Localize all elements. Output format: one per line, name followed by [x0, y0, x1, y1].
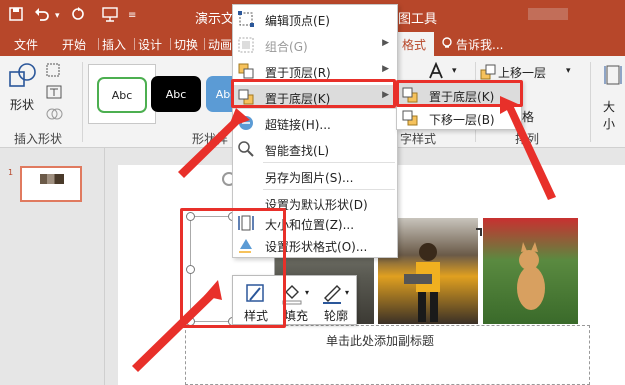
smart-lookup-icon: [238, 141, 254, 157]
customize-qat-icon[interactable]: ≡: [128, 10, 136, 21]
hyperlink-icon: [239, 116, 253, 130]
menu-item-shortcut: (G): [289, 40, 308, 54]
menu-item-shortcut: (Z)...: [325, 218, 355, 232]
menu-item-label: 组合: [265, 40, 290, 54]
thumbnail-pictures: [40, 174, 64, 184]
tell-me-icon[interactable]: [440, 36, 454, 53]
tab-design[interactable]: 设计: [133, 36, 162, 53]
shape-styles-group-label: 形状样: [192, 132, 229, 146]
bring-forward-label[interactable]: 上移一层: [498, 64, 546, 81]
menu-item-shortcut: (H)...: [301, 118, 331, 132]
shape-style-swatch-3[interactable]: Abc: [198, 64, 246, 124]
tell-me-input[interactable]: 告诉我...: [456, 36, 503, 53]
present-from-start-icon[interactable]: [102, 6, 120, 26]
menu-item-smart-lookup[interactable]: 智能查找(L): [233, 137, 397, 161]
submenu-item-send-backward[interactable]: 下移一层(B): [397, 106, 521, 130]
tab-file[interactable]: 文件: [14, 36, 38, 53]
menu-item-label: 智能查找: [265, 144, 314, 158]
group-divider: [82, 62, 83, 142]
submenu-item-shortcut: (B): [477, 113, 495, 127]
group-icon: [238, 37, 254, 53]
edit-shape-icon[interactable]: [45, 62, 65, 81]
send-backward-icon: [402, 110, 418, 126]
tab-transitions[interactable]: 切换: [169, 36, 198, 53]
edit-points-icon: [238, 11, 254, 27]
menu-item-shortcut: (E): [313, 14, 330, 28]
tab-home[interactable]: 开始: [62, 36, 86, 53]
menu-item-shortcut: (L): [313, 144, 330, 158]
align-label[interactable]: 格: [522, 108, 534, 125]
annotation-box-shape: [180, 208, 286, 328]
submenu-arrow-icon: ▶: [382, 38, 389, 48]
text-box-icon[interactable]: [45, 84, 65, 103]
undo-icon[interactable]: [34, 6, 50, 26]
undo-dropdown-icon[interactable]: ▾: [55, 11, 60, 21]
menu-item-group[interactable]: 组合(G) ▶: [233, 33, 397, 57]
insert-shapes-group-label: 插入形状: [14, 132, 63, 146]
cat-figure: [517, 242, 545, 310]
slide-photo-3[interactable]: [483, 218, 578, 324]
tab-insert[interactable]: 插入: [97, 36, 126, 53]
menu-separator: [263, 162, 395, 163]
shapes-label[interactable]: 形状: [10, 96, 34, 113]
submenu-arrow-icon: ▶: [382, 64, 389, 74]
annotation-box-submenu-item: [396, 80, 523, 107]
merge-shapes-icon[interactable]: [45, 106, 65, 125]
text-fill-dropdown-icon[interactable]: ▾: [452, 66, 457, 76]
arrange-group-label: 排列: [515, 132, 540, 146]
menu-item-edit-points[interactable]: 编辑顶点(E): [233, 7, 397, 31]
bring-to-front-icon: [238, 63, 254, 79]
account-area: [528, 8, 568, 20]
slide-thumbnail[interactable]: [20, 166, 82, 202]
drawing-tools-title: 图工具: [398, 12, 438, 27]
menu-separator: [263, 189, 395, 190]
outline-pen-icon: [323, 285, 341, 304]
menu-item-save-as-picture[interactable]: 另存为图片(S)...: [233, 164, 397, 188]
menu-item-label: 置于顶层: [265, 66, 314, 80]
subtitle-placeholder[interactable]: 单击此处添加副标题: [185, 325, 590, 385]
swatch-preview: Abc: [151, 76, 201, 112]
tab-format[interactable]: 格式: [394, 32, 435, 56]
group-divider: [590, 62, 591, 142]
slide-thumbnail-pane: 1: [0, 148, 105, 385]
outline-dropdown-icon[interactable]: ▾: [345, 288, 349, 297]
redo-icon[interactable]: [70, 6, 86, 26]
document-title: 演示文: [195, 12, 235, 27]
outline-button[interactable]: ▾ 轮廓: [317, 280, 355, 324]
menu-item-shortcut: (O)...: [337, 240, 368, 254]
menu-item-hyperlink[interactable]: 超链接(H)...: [233, 111, 397, 135]
wordart-group-label: 字样式: [400, 132, 437, 146]
tab-animations[interactable]: 动画: [203, 36, 232, 53]
slide-number: 1: [8, 168, 14, 177]
shapes-icon[interactable]: [8, 62, 38, 93]
menu-item-label: 编辑顶点: [265, 14, 314, 28]
size-icon[interactable]: [604, 64, 622, 89]
subtitle-placeholder-text: 单击此处添加副标题: [326, 334, 435, 348]
bring-forward-dropdown-icon[interactable]: ▾: [566, 66, 571, 76]
menu-item-shortcut: (D): [349, 198, 368, 212]
placeholder-corner: [476, 228, 482, 236]
size-label[interactable]: 大小: [603, 98, 625, 132]
outline-label: 轮廓: [323, 309, 348, 323]
submenu-item-label: 下移一层: [429, 113, 478, 127]
menu-item-shortcut: (S)...: [325, 171, 354, 185]
menu-item-shortcut: (R): [313, 66, 331, 80]
save-icon[interactable]: [8, 6, 24, 26]
annotation-box-menu-item: [231, 79, 396, 108]
fill-dropdown-icon[interactable]: ▾: [305, 288, 309, 297]
swatch-preview: Abc: [97, 77, 147, 113]
menu-item-label: 另存为图片: [265, 171, 326, 185]
menu-item-label: 超链接: [265, 118, 302, 132]
